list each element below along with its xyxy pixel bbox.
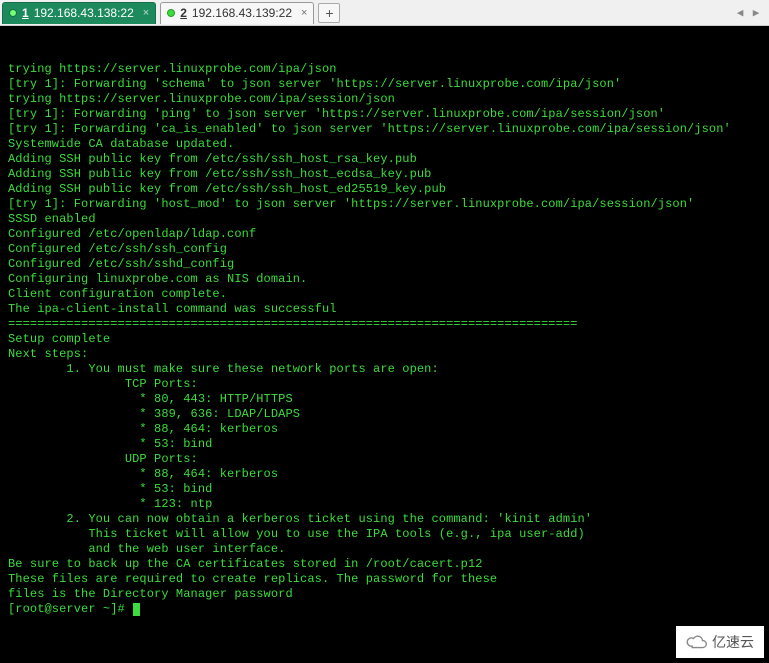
terminal-line: trying https://server.linuxprobe.com/ipa…	[8, 62, 761, 77]
terminal-line: [try 1]: Forwarding 'ping' to json serve…	[8, 107, 761, 122]
status-dot-icon	[9, 9, 17, 17]
tab-nav-arrows: ◀ ▶	[733, 6, 767, 20]
terminal-line: Adding SSH public key from /etc/ssh/ssh_…	[8, 182, 761, 197]
tab-bar: 1 192.168.43.138:22 × 2 192.168.43.139:2…	[0, 0, 769, 26]
new-tab-button[interactable]: +	[318, 3, 340, 23]
terminal-line: Configured /etc/openldap/ldap.conf	[8, 227, 761, 242]
terminal-line: The ipa-client-install command was succe…	[8, 302, 761, 317]
terminal-line: SSSD enabled	[8, 212, 761, 227]
terminal-line: Configured /etc/ssh/ssh_config	[8, 242, 761, 257]
watermark-text: 亿速云	[712, 632, 754, 652]
terminal-line: UDP Ports:	[8, 452, 761, 467]
nav-right-icon[interactable]: ▶	[749, 6, 763, 20]
close-icon[interactable]: ×	[139, 7, 149, 19]
cloud-icon	[686, 634, 708, 650]
terminal-line: TCP Ports:	[8, 377, 761, 392]
terminal-line: Adding SSH public key from /etc/ssh/ssh_…	[8, 167, 761, 182]
nav-left-icon[interactable]: ◀	[733, 6, 747, 20]
terminal-line: * 53: bind	[8, 482, 761, 497]
terminal-line: These files are required to create repli…	[8, 572, 761, 587]
close-icon[interactable]: ×	[297, 7, 307, 19]
tab-1[interactable]: 1 192.168.43.138:22 ×	[2, 2, 156, 24]
terminal-line: This ticket will allow you to use the IP…	[8, 527, 761, 542]
terminal-line: * 80, 443: HTTP/HTTPS	[8, 392, 761, 407]
terminal-line: files is the Directory Manager password	[8, 587, 761, 602]
terminal-line: * 389, 636: LDAP/LDAPS	[8, 407, 761, 422]
terminal-output: trying https://server.linuxprobe.com/ipa…	[8, 62, 761, 602]
terminal-line: [try 1]: Forwarding 'ca_is_enabled' to j…	[8, 122, 761, 137]
terminal-line: Next steps:	[8, 347, 761, 362]
terminal-line: and the web user interface.	[8, 542, 761, 557]
terminal-line: Setup complete	[8, 332, 761, 347]
shell-prompt: [root@server ~]#	[8, 602, 132, 616]
terminal[interactable]: trying https://server.linuxprobe.com/ipa…	[0, 26, 769, 663]
terminal-line: * 88, 464: kerberos	[8, 422, 761, 437]
prompt-line: [root@server ~]#	[8, 602, 761, 617]
terminal-line: Be sure to back up the CA certificates s…	[8, 557, 761, 572]
terminal-line: [try 1]: Forwarding 'host_mod' to json s…	[8, 197, 761, 212]
terminal-line: Client configuration complete.	[8, 287, 761, 302]
terminal-line: 1. You must make sure these network port…	[8, 362, 761, 377]
terminal-line: ========================================…	[8, 317, 761, 332]
watermark: 亿速云	[676, 626, 764, 658]
terminal-line: trying https://server.linuxprobe.com/ipa…	[8, 92, 761, 107]
tab-number: 1	[22, 6, 29, 20]
terminal-line: Configuring linuxprobe.com as NIS domain…	[8, 272, 761, 287]
tab-label: 192.168.43.139:22	[192, 6, 292, 20]
tab-label: 192.168.43.138:22	[34, 6, 134, 20]
terminal-line: Adding SSH public key from /etc/ssh/ssh_…	[8, 152, 761, 167]
terminal-line: * 123: ntp	[8, 497, 761, 512]
terminal-line: 2. You can now obtain a kerberos ticket …	[8, 512, 761, 527]
terminal-line: Systemwide CA database updated.	[8, 137, 761, 152]
terminal-line: * 53: bind	[8, 437, 761, 452]
status-dot-icon	[167, 9, 175, 17]
tab-number: 2	[180, 6, 187, 20]
terminal-line: [try 1]: Forwarding 'schema' to json ser…	[8, 77, 761, 92]
tab-2[interactable]: 2 192.168.43.139:22 ×	[160, 2, 314, 24]
terminal-line: Configured /etc/ssh/sshd_config	[8, 257, 761, 272]
cursor-icon	[133, 603, 140, 616]
terminal-line: * 88, 464: kerberos	[8, 467, 761, 482]
